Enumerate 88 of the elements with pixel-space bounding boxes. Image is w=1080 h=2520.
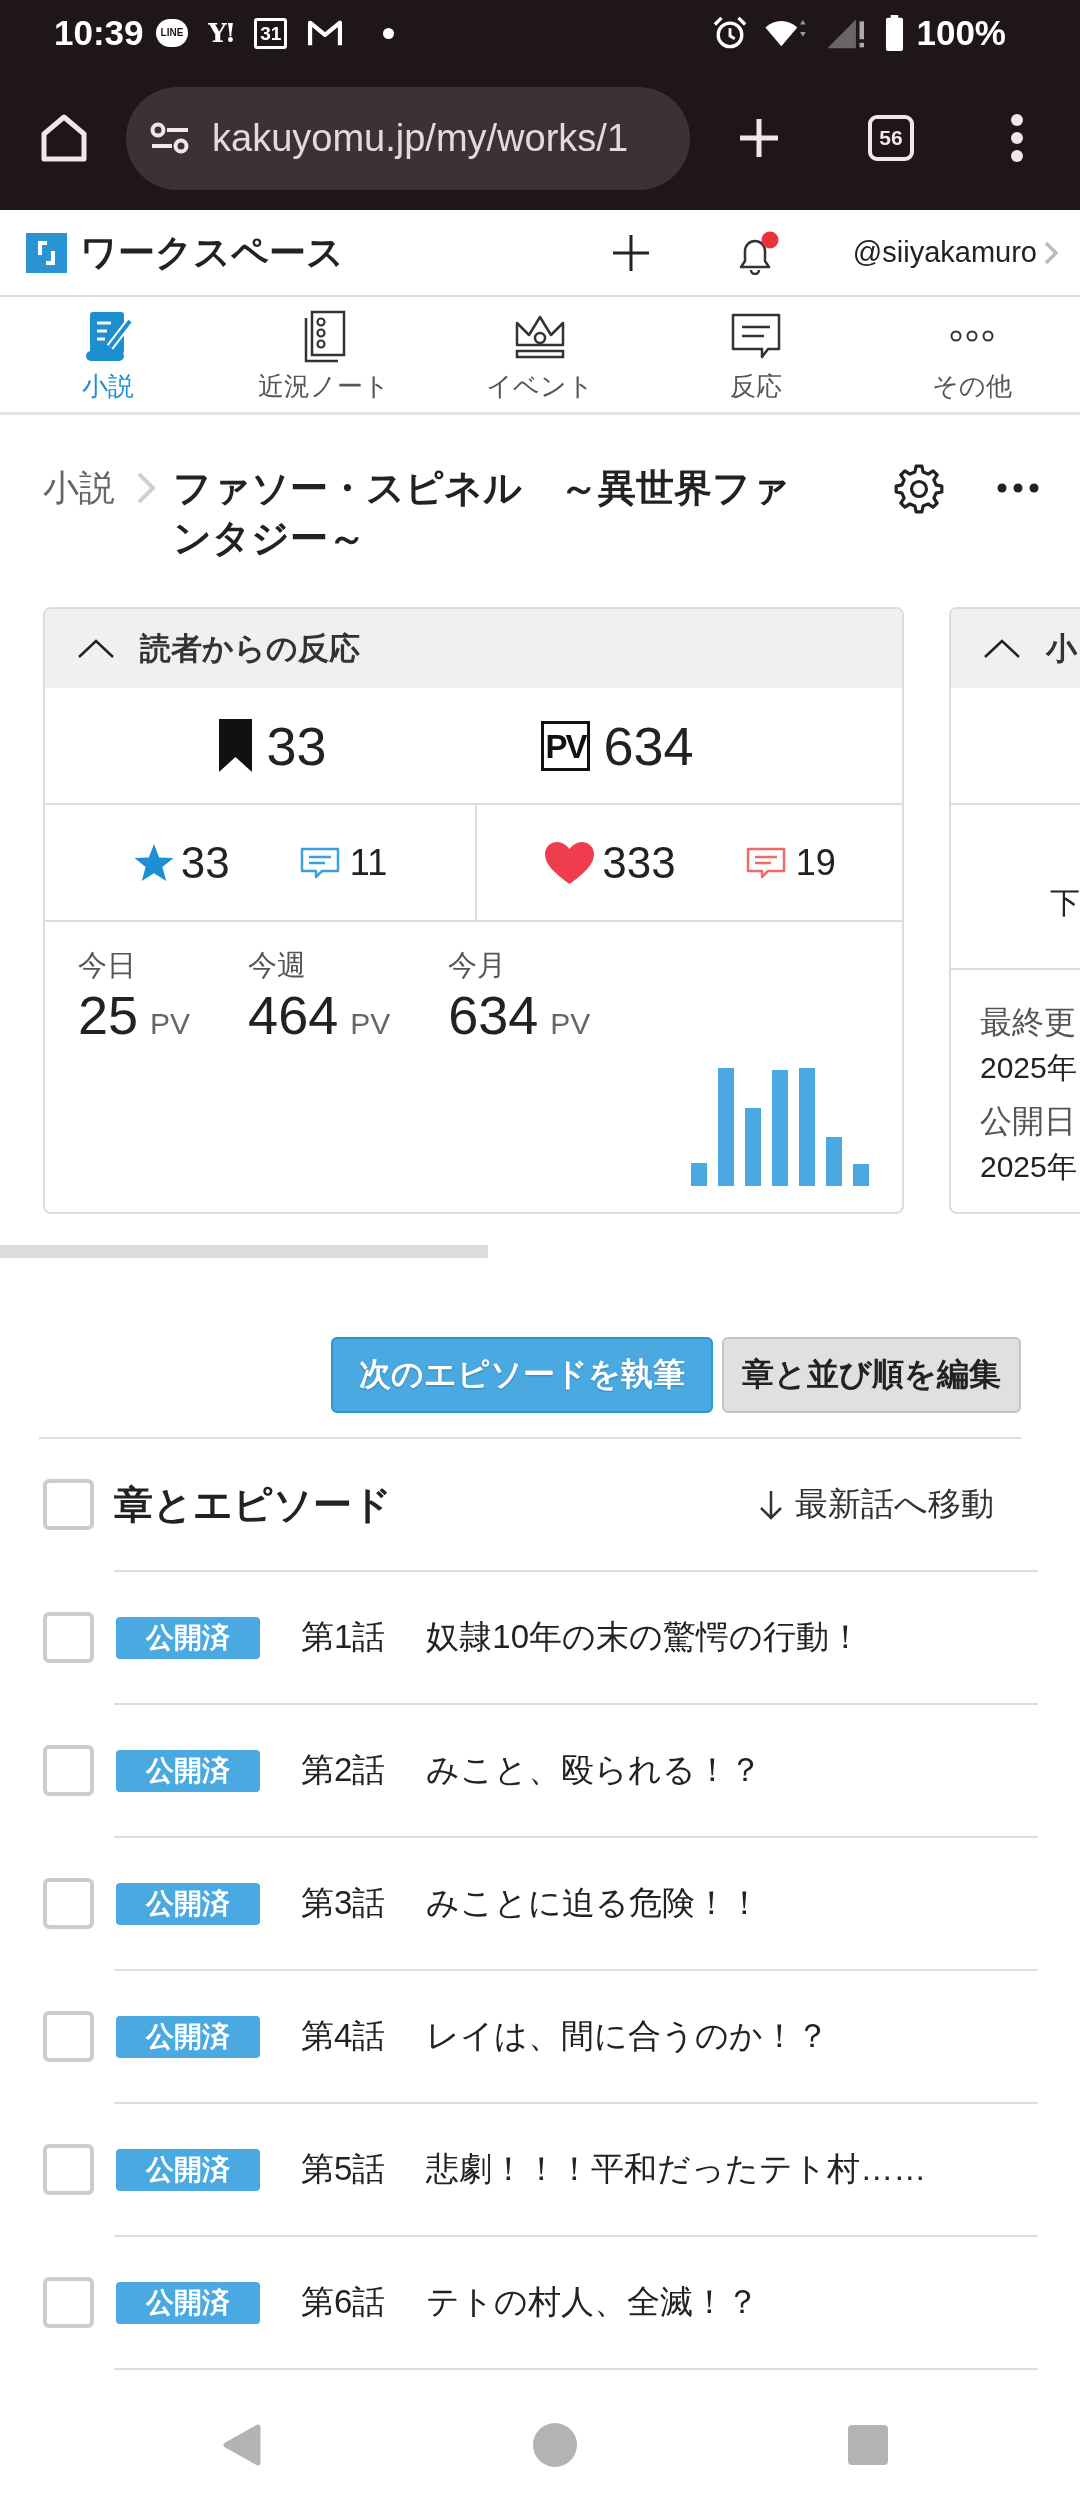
- checkbox[interactable]: [43, 1479, 94, 1530]
- pv-bar: [691, 1163, 707, 1186]
- period-label: 今日: [78, 948, 137, 983]
- checkbox[interactable]: [43, 2011, 94, 2062]
- status-badge: 公開済: [116, 1882, 260, 1925]
- pv-bar: [826, 1137, 842, 1186]
- checkbox[interactable]: [43, 2144, 94, 2195]
- address-bar[interactable]: kakuyomu.jp/my/works/1: [126, 86, 690, 190]
- status-badge: 公開済: [116, 2281, 260, 2324]
- home-icon[interactable]: [40, 113, 88, 163]
- episode-link[interactable]: 第4話 レイは、間に合うのか！？: [301, 2014, 830, 2059]
- nav-tab[interactable]: イベント: [432, 297, 648, 412]
- menu-icon[interactable]: [1010, 114, 1024, 162]
- episode-link[interactable]: 第2話 みこと、殴られる！？: [301, 1748, 763, 1793]
- total-count: 33: [266, 714, 327, 777]
- comment-icon: [299, 845, 340, 880]
- comment-icon: [745, 845, 786, 880]
- arrow-down-icon: [759, 1488, 783, 1521]
- nav-tab[interactable]: 小説: [0, 297, 216, 412]
- status-badge: 公開済: [116, 2148, 260, 2191]
- battery-icon: [885, 15, 905, 51]
- url-text: kakuyomu.jp/my/works/1: [212, 116, 628, 160]
- card-title: 小: [1046, 629, 1077, 668]
- star-icon: [132, 842, 175, 883]
- episode-link[interactable]: 第1話 奴隷10年の末の驚愕の行動！: [301, 1615, 863, 1660]
- battery-percentage: 100%: [916, 13, 1006, 53]
- nav-tab[interactable]: 反応: [648, 297, 864, 412]
- more-notifications-dot-icon: [383, 27, 395, 39]
- alarm-icon: [713, 16, 748, 50]
- nav-tab[interactable]: 近況ノート: [216, 297, 432, 412]
- checkbox[interactable]: [43, 1878, 94, 1929]
- comment-count: 19: [795, 841, 836, 884]
- status-time: 10:39: [54, 13, 144, 53]
- status-badge: 公開済: [116, 1749, 260, 1792]
- pv-unit: PV: [150, 1007, 191, 1041]
- period-label: 今月: [448, 948, 508, 983]
- logo-icon: [26, 232, 67, 273]
- checkbox[interactable]: [43, 1612, 94, 1663]
- field-value: 2025年: [980, 1149, 1077, 1185]
- heart-icon: [543, 839, 597, 886]
- period-pv-value: 464: [248, 986, 339, 1046]
- work-title: ファソー・スピネル ～異世界ファンタジー～: [173, 466, 791, 561]
- comment-count: 11: [349, 841, 388, 884]
- add-icon[interactable]: [610, 232, 651, 273]
- account-link[interactable]: @siiyakamuro: [852, 236, 1059, 269]
- checkbox[interactable]: [43, 1745, 94, 1796]
- chevron-right-icon: [135, 470, 157, 506]
- list-title: 章とエピソード: [114, 1481, 392, 1528]
- caret-up-icon[interactable]: [983, 638, 1021, 659]
- bookmark-icon: [219, 719, 253, 772]
- settings-icon[interactable]: [893, 463, 945, 515]
- pv-label: PV: [541, 720, 590, 771]
- period-label: 今週: [248, 948, 308, 983]
- checkbox[interactable]: [43, 2277, 94, 2328]
- nav-tab[interactable]: その他: [864, 297, 1080, 412]
- status-badge: 公開済: [116, 1616, 260, 1659]
- workspace-title: ワークスペース: [80, 230, 344, 275]
- card-title: 読者からの反応: [140, 629, 360, 668]
- period-pv-value: 25: [78, 986, 139, 1046]
- pv-unit: PV: [350, 1007, 391, 1041]
- jump-to-latest-link[interactable]: 最新話へ移動: [759, 1482, 994, 1527]
- period-pv-value: 634: [448, 986, 539, 1046]
- field-label: 最終更: [980, 1003, 1076, 1042]
- rating-count: 33: [180, 837, 230, 888]
- calendar-icon: 31: [254, 17, 288, 49]
- card-text: 下: [1050, 885, 1080, 921]
- new-tab-icon[interactable]: [738, 117, 780, 159]
- line-app-icon: LINE: [155, 19, 189, 47]
- more-icon[interactable]: [997, 483, 1039, 493]
- site-settings-icon[interactable]: [150, 122, 190, 154]
- episode-link[interactable]: 第3話 みことに迫る危険！！: [301, 1881, 762, 1926]
- pv-unit: PV: [550, 1007, 591, 1041]
- field-value: 2025年: [980, 1050, 1077, 1086]
- field-label: 公開日: [980, 1102, 1076, 1141]
- caret-up-icon[interactable]: [77, 638, 115, 659]
- m-logo-icon: [307, 19, 344, 47]
- episode-link[interactable]: 第6話 テトの村人、全滅！？: [301, 2280, 760, 2325]
- episode-link[interactable]: 第5話 悲劇！！！平和だったテト村……: [301, 2147, 927, 2192]
- more-icon: [950, 330, 994, 342]
- pv-bar: [853, 1164, 869, 1186]
- status-badge: 公開済: [116, 2015, 260, 2058]
- tab-count-button[interactable]: 56: [868, 115, 914, 161]
- yahoo-app-icon: Y!: [208, 18, 235, 48]
- breadcrumb-link[interactable]: 小説: [43, 463, 115, 513]
- rating-count: 333: [602, 837, 676, 888]
- chevron-right-icon: [1043, 239, 1059, 266]
- edit-order-button[interactable]: 章と並び順を編集: [722, 1337, 1021, 1413]
- total-count: 634: [603, 714, 694, 777]
